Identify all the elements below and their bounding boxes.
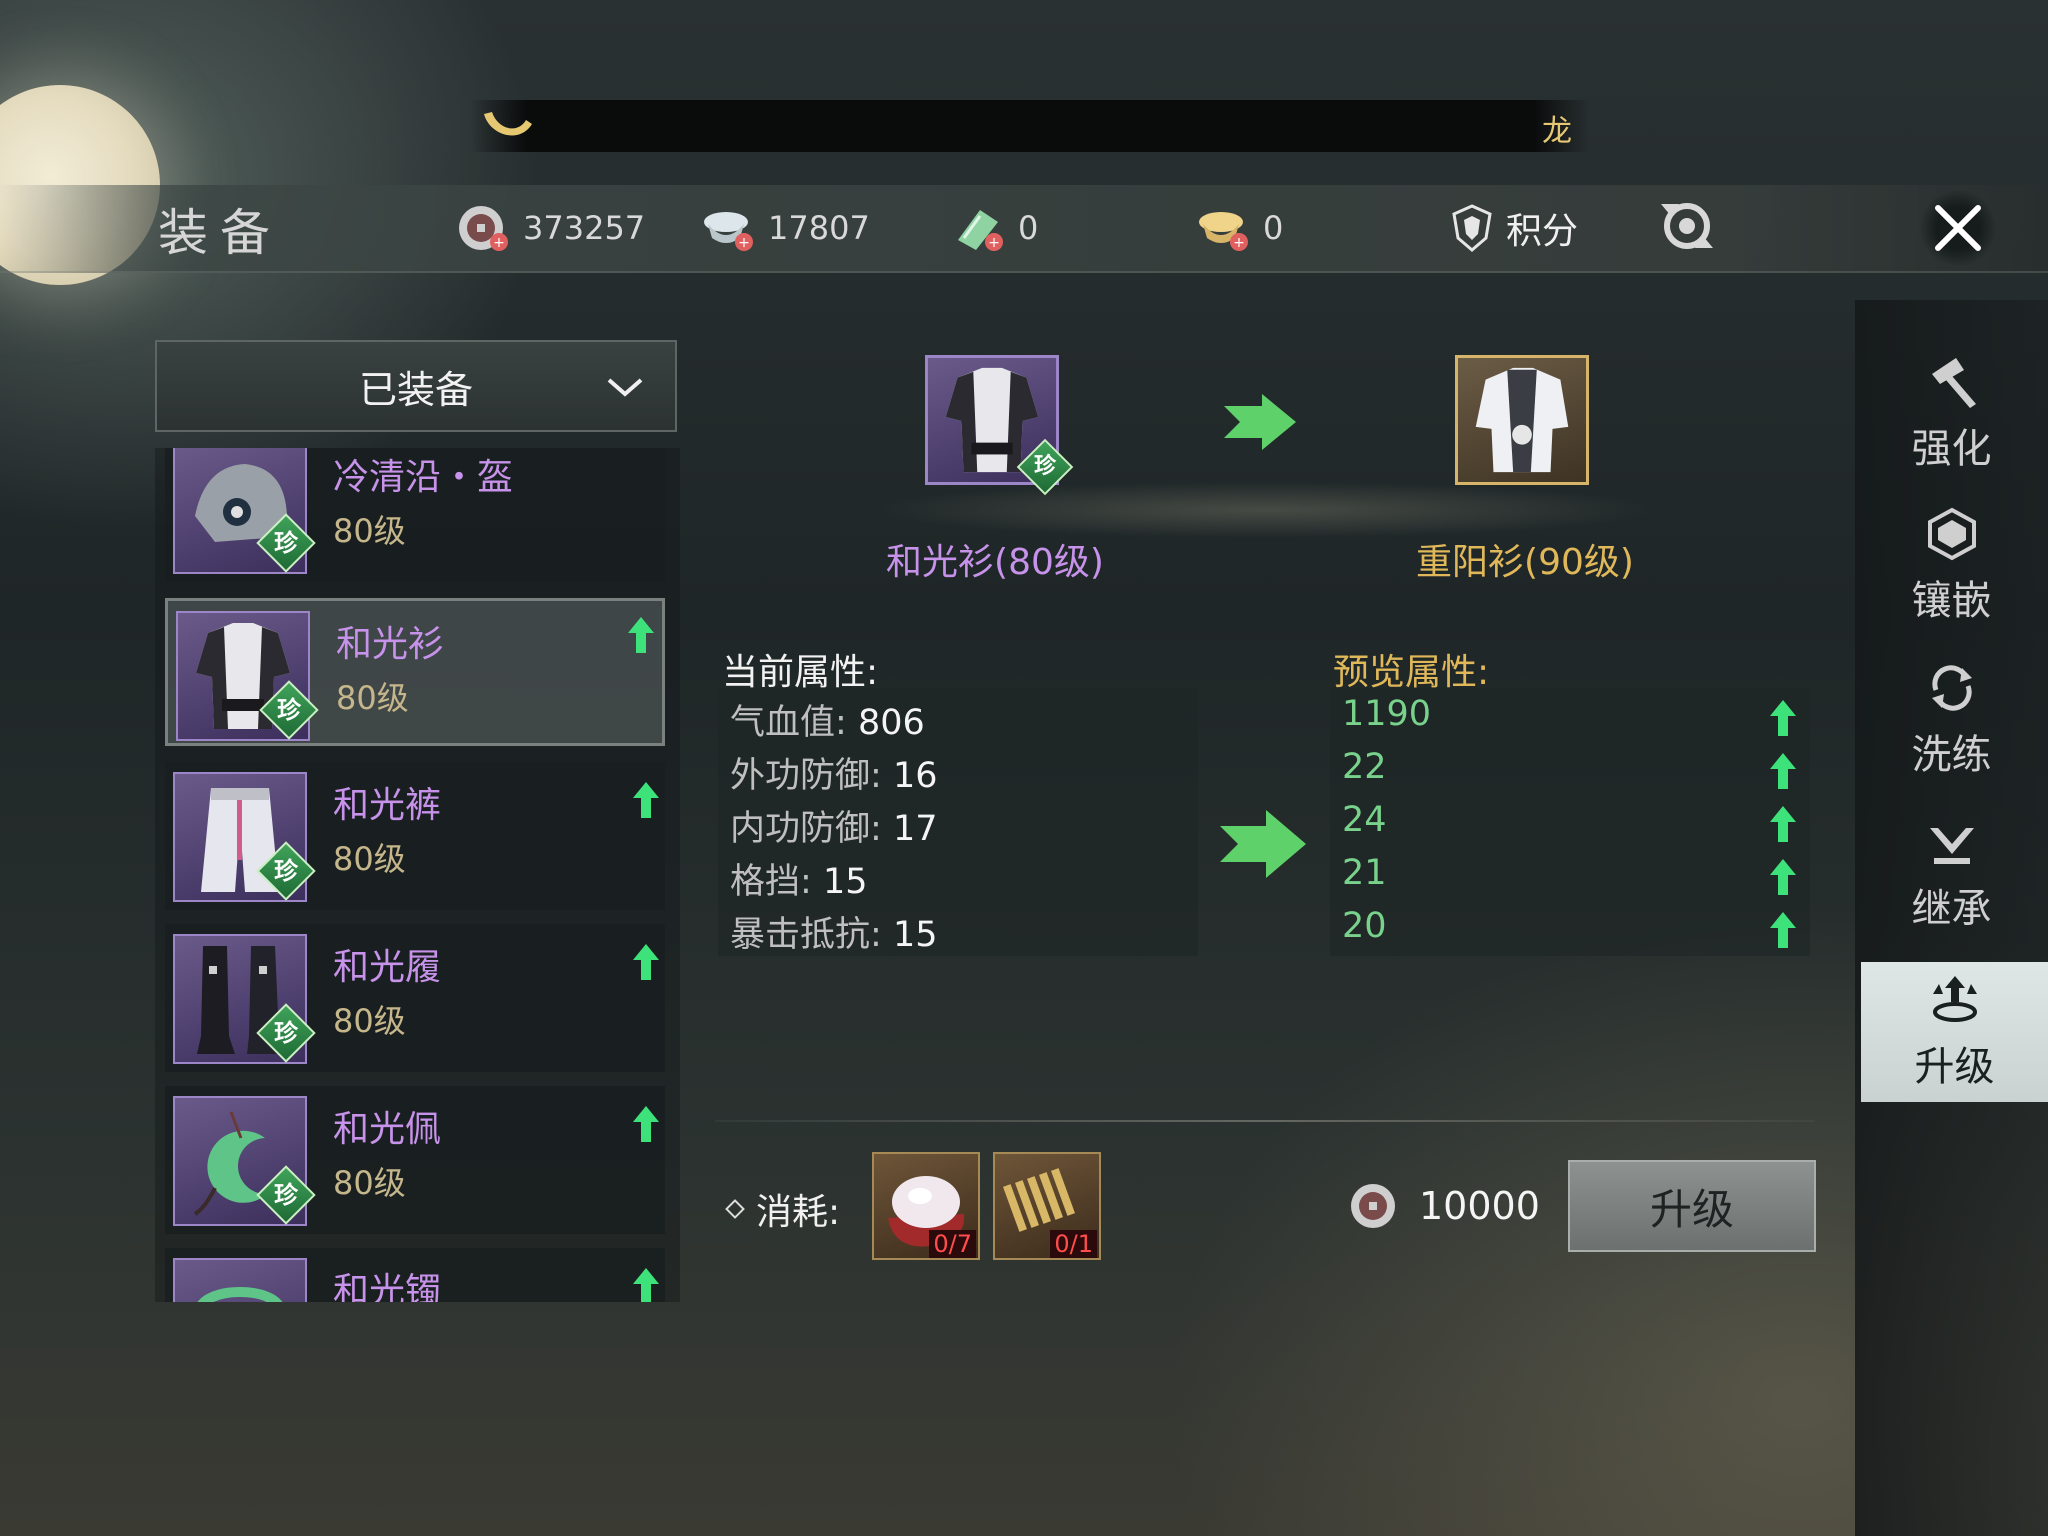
item-name: 和光衫: [336, 624, 445, 665]
current-equip-slot[interactable]: 珍: [895, 335, 1074, 505]
current-equip-name: 和光衫(80级): [886, 542, 1104, 583]
preview-crit-resist: 20: [1342, 906, 1387, 946]
arrow-right-icon: [1224, 394, 1296, 450]
attr-block: 格挡: 15: [730, 862, 868, 902]
list-item-bracelet[interactable]: 和光镯: [165, 1248, 665, 1302]
attr-inner-def: 内功防御: 17: [730, 809, 938, 849]
display-platform: [715, 480, 1815, 540]
item-name: 和光镯: [333, 1271, 442, 1302]
currency-silver[interactable]: + 17807: [700, 198, 870, 258]
inherit-icon: [1929, 828, 1974, 864]
upgrade-available-icon: [633, 1106, 659, 1142]
item-name: 和光佩: [333, 1109, 442, 1150]
refine-icon: [1931, 665, 1972, 711]
item-level: 80级: [333, 1164, 406, 1202]
announcement-bar: 龙: [470, 100, 1590, 152]
bracelet-icon: [173, 1258, 307, 1302]
target-equip-slot[interactable]: [1425, 335, 1595, 505]
item-name: 冷清沿・盔: [333, 457, 514, 498]
material-slot-jade[interactable]: 0/7: [872, 1152, 980, 1260]
list-item-pendant[interactable]: 珍 和光佩 80级: [165, 1086, 665, 1234]
right-nav: 强化 镶嵌 洗练 继承 升级: [1855, 300, 2048, 1536]
announcement-text: 龙: [1542, 114, 1572, 149]
score-button[interactable]: 积分: [1450, 198, 1578, 258]
coin-icon: [1351, 1184, 1395, 1228]
score-label: 积分: [1506, 211, 1579, 252]
shield-icon: [1452, 204, 1492, 252]
swap-icon[interactable]: [1655, 194, 1719, 258]
upgrade-price: 10000: [1345, 1178, 1540, 1234]
currency-jade[interactable]: + 0: [950, 198, 1038, 258]
material-count: 0/7: [929, 1230, 976, 1258]
currency-gold[interactable]: + 0: [1195, 198, 1283, 258]
silver-ingot-icon: +: [704, 212, 753, 251]
page-title: 装备: [158, 204, 282, 262]
gold-value: 0: [1263, 209, 1284, 247]
preview-hp: 1190: [1342, 694, 1432, 734]
svg-text:+: +: [738, 235, 750, 251]
list-item-helmet[interactable]: 珍 冷清沿・盔 80级: [165, 448, 665, 582]
up-arrow-icon: [1770, 700, 1796, 736]
close-icon: [1935, 205, 1981, 251]
nav-tab-refine[interactable]: 洗练: [1855, 650, 2048, 790]
svg-text:+: +: [1233, 235, 1245, 251]
coin-icon: +: [459, 206, 508, 251]
diamond-bullet-icon: [725, 1199, 745, 1219]
currency-coin[interactable]: + 373257: [455, 198, 645, 258]
silver-value: 17807: [768, 209, 870, 247]
item-level: 80级: [333, 512, 406, 550]
jade-value: 0: [1018, 209, 1039, 247]
nav-tab-enhance[interactable]: 强化: [1855, 344, 2048, 484]
attr-crit-resist: 暴击抵抗: 15: [730, 915, 938, 955]
upgrade-available-icon: [633, 1268, 659, 1302]
preview-block: 21: [1342, 853, 1387, 893]
gem-icon: [1927, 507, 1976, 561]
preview-attr-panel: 1190 22 24 21 20: [1330, 688, 1810, 956]
gold-ingot-icon: +: [1199, 212, 1248, 251]
nav-tab-inherit[interactable]: 继承: [1855, 804, 2048, 944]
horn-icon: [484, 112, 532, 136]
up-arrow-icon: [1770, 912, 1796, 948]
attr-hp: 气血值: 806: [730, 703, 925, 743]
up-arrow-icon: [1770, 753, 1796, 789]
svg-text:+: +: [493, 235, 505, 251]
item-name: 和光履: [333, 947, 442, 988]
robe-icon: [1455, 355, 1589, 485]
upgrade-icon: [1932, 976, 1977, 1022]
up-arrow-icon: [1770, 859, 1796, 895]
material-slot-scroll[interactable]: 0/1: [993, 1152, 1101, 1260]
list-item-pants[interactable]: 珍 和光裤 80级: [165, 762, 665, 910]
preview-phys-def: 22: [1342, 747, 1387, 787]
nav-tab-upgrade[interactable]: 升级: [1861, 962, 2048, 1102]
upgrade-available-icon: [633, 782, 659, 818]
filter-label: 已装备: [358, 367, 473, 412]
preview-inner-def: 24: [1342, 800, 1387, 840]
chevron-down-icon: [607, 378, 643, 397]
divider: [715, 1120, 1815, 1122]
attr-phys-def: 外功防御: 16: [730, 756, 938, 796]
upgrade-available-icon: [628, 617, 654, 653]
upgrade-available-icon: [633, 944, 659, 980]
item-level: 80级: [333, 840, 406, 878]
list-item-shirt[interactable]: 珍 和光衫 80级: [165, 598, 665, 746]
equip-filter-dropdown[interactable]: 已装备: [155, 340, 677, 432]
jade-icon: +: [958, 210, 1003, 251]
equipment-list[interactable]: 珍 冷清沿・盔 80级 珍 和光衫 80级 珍 和光裤 80级 珍 和光履 80…: [155, 448, 680, 1302]
close-button[interactable]: [1920, 190, 1996, 266]
hammer-icon: [1931, 358, 1976, 408]
material-count: 0/1: [1050, 1230, 1097, 1258]
coin-value: 373257: [523, 209, 646, 247]
list-item-boots[interactable]: 珍 和光履 80级: [165, 924, 665, 1072]
item-name: 和光裤: [333, 785, 442, 826]
nav-tab-inlay[interactable]: 镶嵌: [1855, 496, 2048, 636]
target-equip-name: 重阳衫(90级): [1416, 542, 1634, 583]
svg-text:+: +: [988, 235, 1000, 251]
arrow-right-icon: [1220, 810, 1306, 878]
cost-label: 消耗:: [725, 1183, 840, 1235]
current-attr-panel: 气血值: 806 外功防御: 16 内功防御: 17 格挡: 15 暴击抵抗: …: [718, 688, 1198, 956]
item-level: 80级: [333, 1002, 406, 1040]
up-arrow-icon: [1770, 806, 1796, 842]
upgrade-button[interactable]: 升级: [1568, 1160, 1816, 1252]
item-level: 80级: [336, 679, 409, 717]
